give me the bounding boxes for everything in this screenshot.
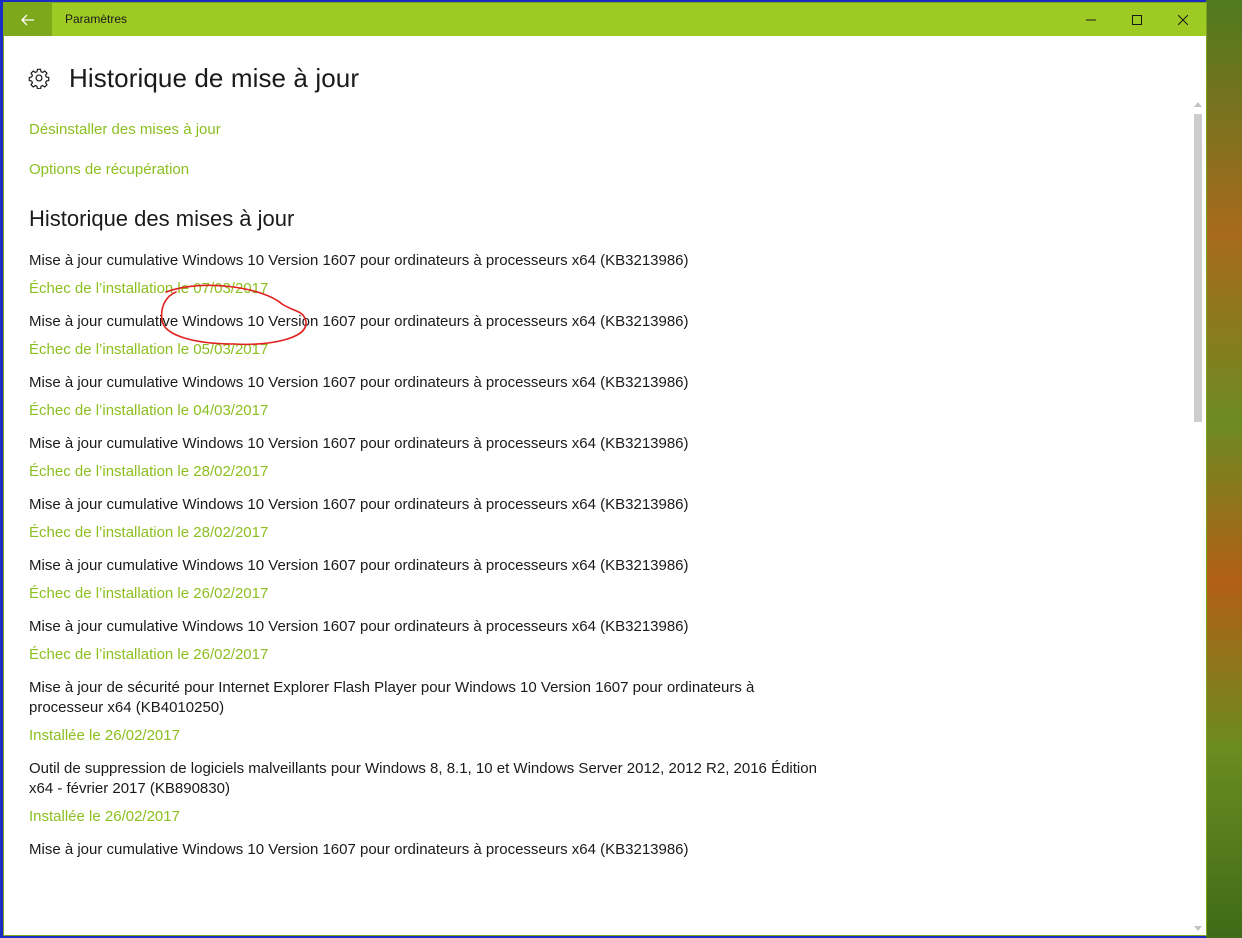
list-item: Mise à jour cumulative Windows 10 Versio… [29,495,829,543]
maximize-icon [1132,14,1142,25]
close-button[interactable] [1160,3,1206,36]
update-name: Mise à jour cumulative Windows 10 Versio… [29,252,689,269]
vertical-scrollbar[interactable] [1190,36,1206,935]
update-name: Mise à jour cumulative Windows 10 Versio… [29,841,689,858]
update-name: Outil de suppression de logiciels malvei… [29,760,817,797]
update-name: Mise à jour cumulative Windows 10 Versio… [29,435,689,452]
update-status-link[interactable]: Échec de l’installation le 26/02/2017 [29,584,268,604]
content-area: Historique de mise à jour Désinstaller d… [4,36,1190,935]
update-name: Mise à jour de sécurité pour Internet Ex… [29,679,755,716]
back-arrow-icon [21,14,34,25]
gear-icon [28,68,50,89]
minimize-button[interactable] [1068,3,1114,36]
minimize-icon [1086,19,1096,20]
update-status-link[interactable]: Échec de l’installation le 28/02/2017 [29,523,268,543]
update-status-link[interactable]: Échec de l’installation le 07/03/2017 [29,279,268,299]
section-title: Historique des mises à jour [29,206,295,231]
update-name: Mise à jour cumulative Windows 10 Versio… [29,374,689,391]
update-status-link[interactable]: Échec de l’installation le 04/03/2017 [29,401,268,421]
settings-window: Paramètres Historique de mise à jour Dés… [4,3,1206,935]
update-status-link[interactable]: Échec de l’installation le 26/02/2017 [29,645,268,665]
list-item: Mise à jour cumulative Windows 10 Versio… [29,840,829,878]
page-title: Historique de mise à jour [69,62,360,93]
list-item: Mise à jour cumulative Windows 10 Versio… [29,312,829,360]
update-name: Mise à jour cumulative Windows 10 Versio… [29,313,689,330]
page-header: Historique de mise à jour [28,58,359,98]
window-title: Paramètres [65,12,128,26]
list-item: Mise à jour cumulative Windows 10 Versio… [29,251,829,299]
update-status-link[interactable]: Échec de l’installation le 28/02/2017 [29,462,268,482]
back-button[interactable] [4,3,52,36]
list-item: Mise à jour cumulative Windows 10 Versio… [29,434,829,482]
scroll-up-arrow-icon[interactable] [1194,102,1202,107]
list-item: Mise à jour de sécurité pour Internet Ex… [29,678,829,746]
list-item: Mise à jour cumulative Windows 10 Versio… [29,373,829,421]
title-bar: Paramètres [4,3,1206,36]
maximize-button[interactable] [1114,3,1160,36]
recovery-options-link[interactable]: Options de récupération [29,161,189,178]
list-item: Outil de suppression de logiciels malvei… [29,759,829,827]
update-name: Mise à jour cumulative Windows 10 Versio… [29,496,689,513]
scrollbar-thumb[interactable] [1194,114,1202,422]
update-status-link[interactable]: Installée le 26/02/2017 [29,726,180,746]
scroll-down-arrow-icon[interactable] [1194,926,1202,931]
update-status-link[interactable]: Installée le 26/02/2017 [29,807,180,827]
update-name: Mise à jour cumulative Windows 10 Versio… [29,618,689,635]
desktop-background [1206,0,1242,938]
list-item: Mise à jour cumulative Windows 10 Versio… [29,556,829,604]
close-icon [1178,14,1188,25]
uninstall-updates-link[interactable]: Désinstaller des mises à jour [29,121,221,138]
update-status-link[interactable]: Échec de l’installation le 05/03/2017 [29,340,268,360]
update-name: Mise à jour cumulative Windows 10 Versio… [29,557,689,574]
update-history-list: Mise à jour cumulative Windows 10 Versio… [29,251,829,891]
list-item: Mise à jour cumulative Windows 10 Versio… [29,617,829,665]
